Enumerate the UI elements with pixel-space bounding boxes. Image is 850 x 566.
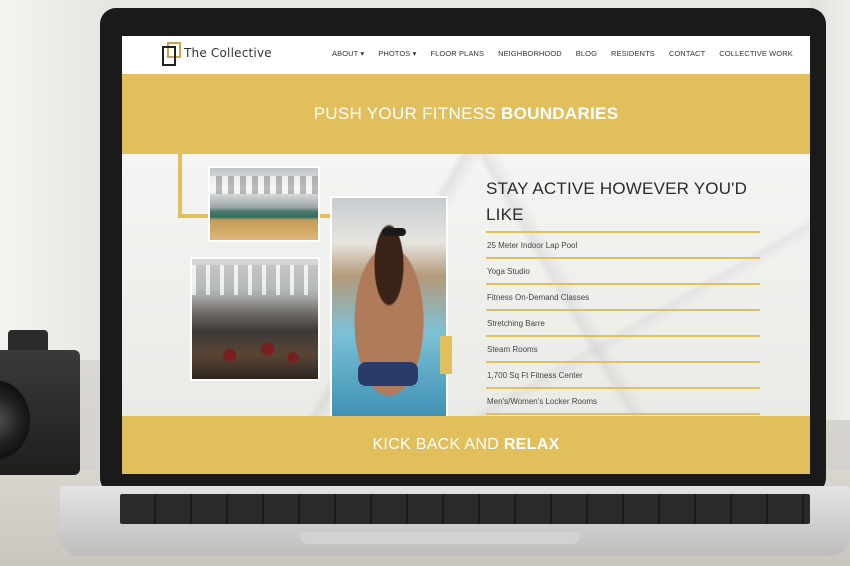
hero-heading: PUSH YOUR FITNESS BOUNDARIES	[314, 104, 619, 124]
main-menu: ABOUT ▾ PHOTOS ▾ FLOOR PLANS NEIGHBORHOO…	[332, 49, 793, 58]
site-logo[interactable]: The Collective	[162, 42, 272, 66]
relax-heading-bold: RELAX	[503, 436, 560, 453]
amenities-title: STAY ACTIVE HOWEVER YOU'D LIKE	[486, 179, 748, 224]
relax-heading: KICK BACK AND RELAX	[372, 436, 559, 454]
amenities-section: STAY ACTIVE HOWEVER YOU'D LIKE 25 Meter …	[122, 154, 810, 424]
nav-item-photos[interactable]: PHOTOS ▾	[378, 49, 416, 58]
nav-item-blog[interactable]: BLOG	[576, 49, 597, 58]
logo-text: The Collective	[184, 46, 272, 60]
list-item: Men's/Women's Locker Rooms	[486, 387, 760, 415]
list-item: Steam Rooms	[486, 335, 760, 361]
hero-heading-bold: BOUNDARIES	[501, 104, 619, 123]
laptop-keyboard	[120, 494, 810, 524]
photo-cycling-studio	[190, 257, 320, 381]
hero-heading-regular: PUSH YOUR FITNESS	[313, 104, 502, 123]
site-header: The Collective ABOUT ▾ PHOTOS ▾ FLOOR PL…	[122, 36, 810, 74]
photo-gymnasium	[208, 166, 320, 242]
relax-banner: KICK BACK AND RELAX	[122, 416, 810, 474]
list-item: Stretching Barre	[486, 309, 760, 335]
nav-item-neighborhood[interactable]: NEIGHBORHOOD	[498, 49, 562, 58]
laptop-trackpad	[300, 532, 580, 544]
amenities-list: 25 Meter Indoor Lap Pool Yoga Studio Fit…	[486, 231, 760, 415]
photo-swimmer-pool	[330, 196, 448, 424]
nav-item-collective-work[interactable]: COLLECTIVE WORK	[719, 49, 793, 58]
laptop-screen: The Collective ABOUT ▾ PHOTOS ▾ FLOOR PL…	[122, 36, 810, 474]
list-item: 1,700 Sq Ft Fitness Center	[486, 361, 760, 387]
gold-accent-bar	[440, 336, 452, 374]
nav-item-residents[interactable]: RESIDENTS	[611, 49, 655, 58]
nav-item-floor-plans[interactable]: FLOOR PLANS	[430, 49, 484, 58]
list-item: Yoga Studio	[486, 257, 760, 283]
nav-item-contact[interactable]: CONTACT	[669, 49, 705, 58]
nav-item-about[interactable]: ABOUT ▾	[332, 49, 364, 58]
relax-heading-regular: KICK BACK AND	[372, 436, 504, 453]
list-item: Fitness On-Demand Classes	[486, 283, 760, 309]
camera-prop	[0, 330, 82, 480]
hero-banner: PUSH YOUR FITNESS BOUNDARIES	[122, 74, 810, 154]
logo-mark-icon	[162, 42, 181, 66]
list-item: 25 Meter Indoor Lap Pool	[486, 231, 760, 257]
